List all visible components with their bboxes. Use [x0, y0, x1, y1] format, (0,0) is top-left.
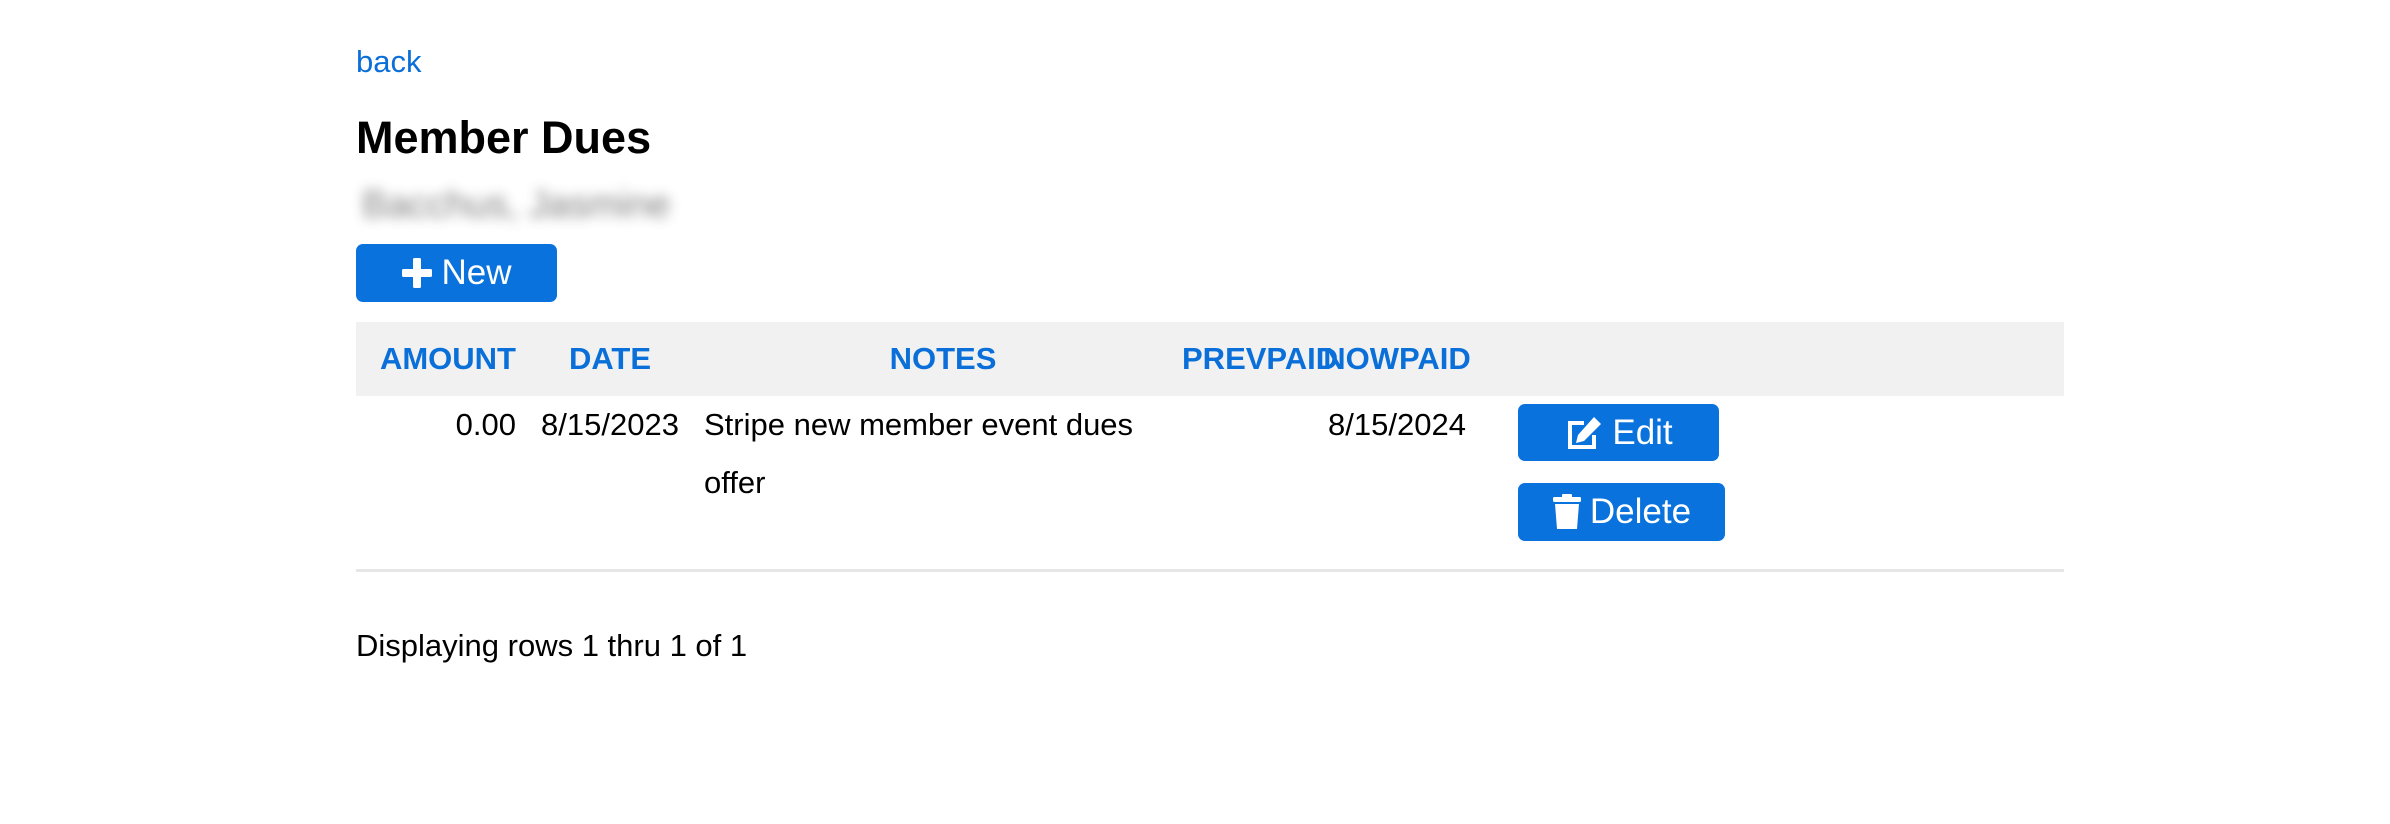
cell-amount: 0.00: [455, 407, 516, 442]
pagination-status: Displaying rows 1 thru 1 of 1: [356, 628, 748, 663]
member-name: Bacchus, Jasmine: [362, 184, 671, 226]
delete-button[interactable]: Delete: [1518, 483, 1725, 541]
cell-date: 8/15/2023: [541, 407, 679, 442]
trash-icon: [1552, 494, 1581, 529]
dues-table: AMOUNT DATE NOTES PREVPAID NOWPAID 0.00 …: [356, 322, 2064, 572]
table-row: 0.00 8/15/2023 Stripe new member event d…: [356, 396, 2064, 570]
edit-button-label: Edit: [1612, 412, 1673, 452]
page-title: Member Dues: [356, 112, 652, 163]
delete-button-label: Delete: [1589, 492, 1692, 531]
cell-notes: Stripe new member event dues offer: [704, 407, 1134, 500]
column-header-amount[interactable]: AMOUNT: [356, 322, 516, 396]
edit-button[interactable]: Edit: [1518, 404, 1719, 461]
cell-actions: Edit Delete: [1480, 396, 2064, 570]
new-button[interactable]: New: [356, 244, 557, 302]
table-header-row: AMOUNT DATE NOTES PREVPAID NOWPAID: [356, 322, 2064, 396]
column-header-notes[interactable]: NOTES: [704, 322, 1182, 396]
cell-prevpaid: [1182, 396, 1314, 570]
cell-nowpaid: 8/15/2024: [1328, 407, 1466, 442]
edit-icon: [1568, 416, 1602, 449]
plus-icon: [402, 258, 433, 288]
column-header-prevpaid[interactable]: PREVPAID: [1182, 322, 1338, 396]
column-header-date[interactable]: DATE: [516, 322, 704, 396]
new-button-label: New: [441, 253, 512, 292]
column-header-nowpaid[interactable]: NOWPAID: [1314, 322, 1480, 396]
back-link[interactable]: back: [356, 44, 421, 80]
column-header-actions: [1480, 322, 2064, 396]
